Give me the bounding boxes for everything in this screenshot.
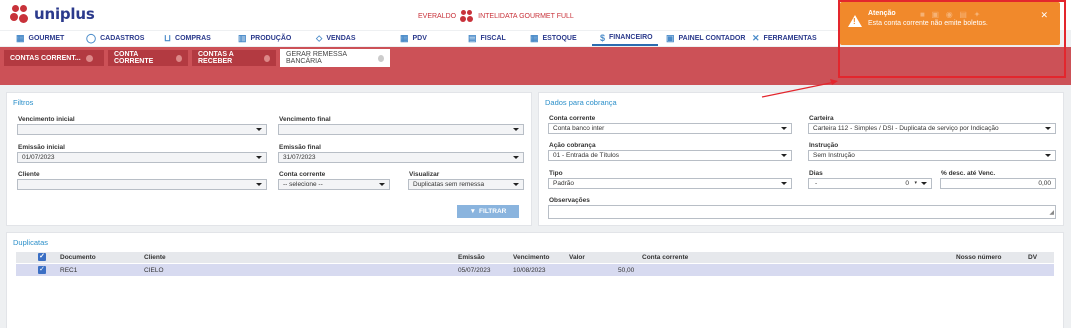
annotation-arrow bbox=[761, 79, 838, 98]
